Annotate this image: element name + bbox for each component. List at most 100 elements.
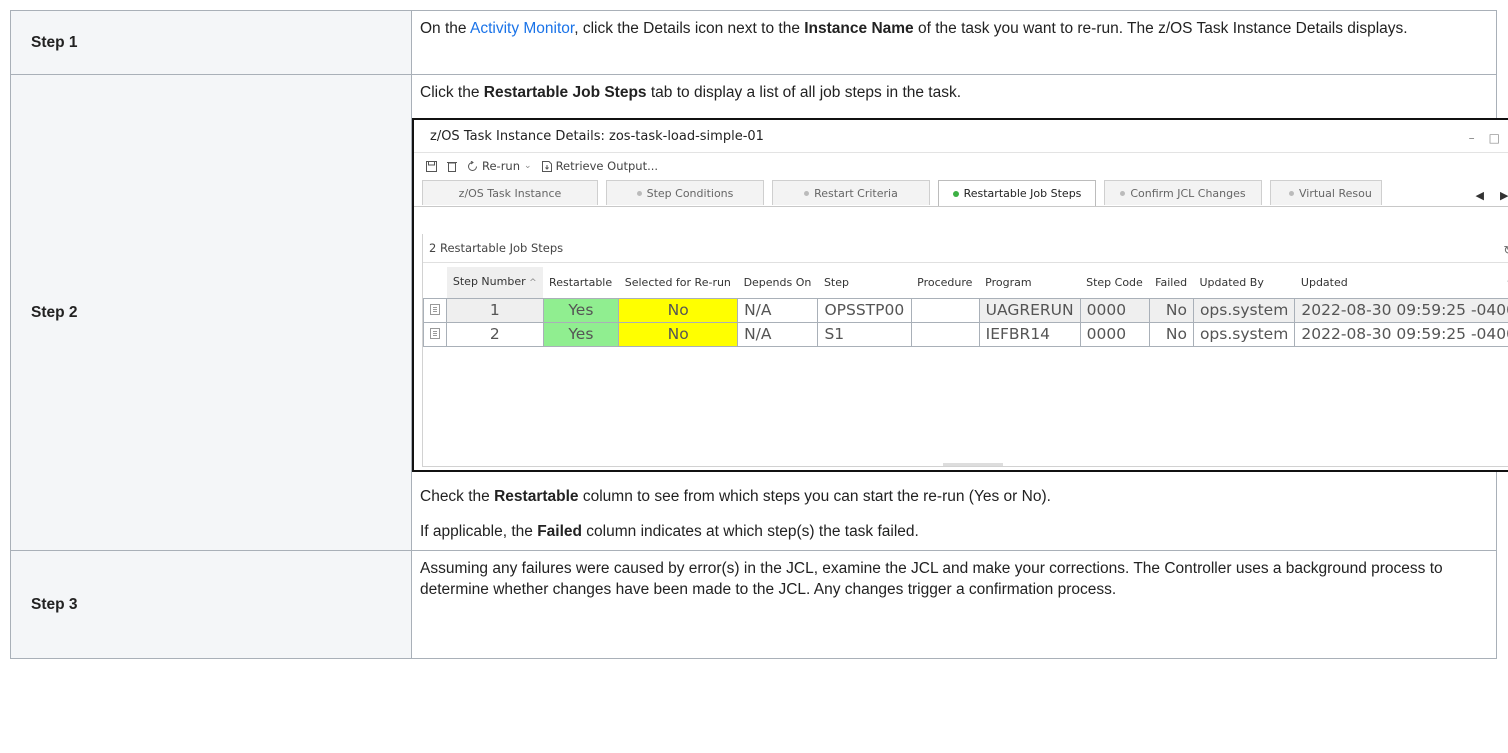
column-label: Step Number: [452, 275, 526, 288]
chevron-down-icon: ⌄: [524, 161, 532, 171]
status-dot-icon: [804, 190, 810, 196]
job-steps-panel: 2 Restartable Job Steps ↻ ︿ Step Number …: [422, 234, 1508, 467]
cell-step: S1: [817, 322, 912, 347]
tab-step-conditions[interactable]: Step Conditions: [606, 180, 764, 205]
cell-step-code: 0000: [1079, 298, 1150, 323]
col-depends-on[interactable]: Depends On: [738, 267, 818, 299]
text: of the task you want to re-run. The z/OS…: [913, 20, 1408, 37]
window-toolbar: Re-run ⌄ Retrieve Output... ↻: [414, 153, 1508, 180]
col-procedure[interactable]: Procedure: [911, 267, 979, 299]
col-step-code[interactable]: Step Code: [1080, 267, 1149, 299]
activity-monitor-link[interactable]: Activity Monitor: [470, 20, 574, 37]
text: column indicates at which step(s) the ta…: [582, 523, 919, 540]
step-row-2: Step 2 Click the Restartable Job Steps t…: [10, 74, 1508, 551]
tab-restart-criteria[interactable]: Restart Criteria: [772, 180, 930, 205]
cell-depends-on: N/A: [737, 322, 819, 347]
bold-text: Instance Name: [804, 20, 914, 37]
table-row[interactable]: 2 Yes No N/A S1 IEFBR14 0000 No ops.syst…: [423, 322, 1508, 347]
delete-icon[interactable]: [447, 161, 457, 172]
row-details-icon[interactable]: [423, 322, 447, 347]
tab-scroll-left-icon[interactable]: ◀: [1476, 185, 1484, 206]
retrieve-output-label: Retrieve Output...: [555, 159, 659, 173]
col-step[interactable]: Step: [818, 267, 911, 299]
col-updated[interactable]: Updated: [1295, 267, 1508, 299]
tab-label: Confirm JCL Changes: [1130, 186, 1246, 200]
cell-updated-by: ops.system: [1192, 322, 1296, 347]
col-program[interactable]: Program: [979, 267, 1080, 299]
rerun-button[interactable]: Re-run ⌄: [467, 156, 532, 177]
tab-label: Step Conditions: [646, 186, 734, 200]
tab-virtual-resources[interactable]: Virtual Resou: [1270, 180, 1382, 205]
tab-confirm-jcl-changes[interactable]: Confirm JCL Changes: [1104, 180, 1262, 205]
text: Click the: [420, 84, 484, 101]
step-content: Click the Restartable Job Steps tab to d…: [411, 74, 1508, 551]
step-row-1: Step 1 On the Activity Monitor, click th…: [10, 10, 1497, 75]
col-updated-by[interactable]: Updated By: [1193, 267, 1294, 299]
status-dot-icon: [1289, 190, 1294, 196]
text: Check the: [420, 488, 495, 505]
grid-header-row: Step Number ^ Restartable Selected for R…: [424, 267, 1508, 299]
panel-title: 2 Restartable Job Steps: [429, 240, 564, 255]
tab-label: Restart Criteria: [814, 186, 898, 200]
rerun-icon: [468, 161, 477, 171]
text: If applicable, the: [420, 523, 538, 540]
horizontal-scrollbar[interactable]: [943, 463, 1003, 466]
cell-procedure: [910, 322, 980, 347]
minimize-icon[interactable]: –: [1469, 128, 1475, 149]
cell-failed: No: [1148, 298, 1194, 323]
col-selected-for-rerun[interactable]: Selected for Re-run: [619, 267, 738, 299]
text: , click the Details icon next to the: [574, 20, 805, 37]
cell-updated: 2022-08-30 09:59:25 -0400: [1294, 298, 1508, 323]
tab-navigation: ◀ ▶ ▾: [1476, 185, 1508, 206]
text: tab to display a list of all job steps i…: [646, 84, 962, 101]
tab-bar: z/OS Task Instance Step Conditions Resta…: [414, 180, 1508, 207]
tab-restartable-job-steps[interactable]: Restartable Job Steps: [938, 180, 1096, 206]
save-icon[interactable]: [426, 161, 437, 172]
rerun-label: Re-run: [482, 159, 521, 173]
col-failed[interactable]: Failed: [1149, 267, 1193, 299]
row-icon-header: [424, 267, 447, 299]
refresh-icon[interactable]: ↻: [1503, 240, 1508, 261]
window-title: z/OS Task Instance Details: zos-task-loa…: [414, 120, 1508, 153]
step-3-text: Assuming any failures were caused by err…: [420, 560, 1443, 598]
row-details-icon[interactable]: [423, 298, 447, 323]
text: column to see from which steps you can s…: [578, 488, 1051, 505]
status-dot-icon: [952, 190, 959, 197]
cell-program: UAGRERUN: [978, 298, 1081, 323]
maximize-icon[interactable]: □: [1489, 128, 1500, 149]
status-dot-icon: [636, 190, 642, 196]
tab-label: Restartable Job Steps: [963, 187, 1082, 200]
step-label: Step 3: [10, 550, 412, 659]
col-step-number[interactable]: Step Number ^: [446, 267, 544, 299]
step-content: Assuming any failures were caused by err…: [411, 550, 1497, 659]
cell-step: OPSSTP00: [817, 298, 912, 323]
step-row-3: Step 3 Assuming any failures were caused…: [10, 550, 1497, 659]
tab-label: Virtual Resou: [1299, 186, 1372, 200]
task-instance-window-screenshot: z/OS Task Instance Details: zos-task-loa…: [412, 118, 1508, 472]
document-icon: [541, 161, 552, 172]
cell-failed: No: [1148, 322, 1194, 347]
cell-updated: 2022-08-30 09:59:25 -0400: [1294, 322, 1508, 347]
cell-updated-by: ops.system: [1192, 298, 1296, 323]
bold-text: Failed: [537, 523, 582, 540]
cell-selected-for-rerun[interactable]: No: [618, 298, 739, 323]
col-restartable[interactable]: Restartable: [543, 267, 619, 299]
step-label: Step 2: [10, 74, 412, 551]
panel-header: 2 Restartable Job Steps ↻: [423, 234, 1508, 263]
cell-step-number: 1: [446, 298, 544, 323]
job-steps-grid: Step Number ^ Restartable Selected for R…: [423, 267, 1508, 347]
tab-task-instance[interactable]: z/OS Task Instance: [422, 180, 598, 205]
cell-program: IEFBR14: [978, 322, 1081, 347]
cell-restartable: Yes: [542, 298, 620, 323]
table-row[interactable]: 1 Yes No N/A OPSSTP00 UAGRERUN 0000 No o…: [423, 298, 1508, 323]
retrieve-output-button[interactable]: Retrieve Output...: [541, 156, 659, 177]
bold-text: Restartable Job Steps: [483, 84, 647, 101]
tab-scroll-right-icon[interactable]: ▶: [1500, 185, 1508, 206]
cell-restartable: Yes: [542, 322, 620, 347]
steps-table: Step 1 On the Activity Monitor, click th…: [10, 10, 1508, 659]
bold-text: Restartable: [494, 488, 579, 505]
status-dot-icon: [1120, 190, 1126, 196]
cell-depends-on: N/A: [737, 298, 819, 323]
cell-selected-for-rerun[interactable]: No: [618, 322, 739, 347]
cell-step-number: 2: [446, 322, 544, 347]
